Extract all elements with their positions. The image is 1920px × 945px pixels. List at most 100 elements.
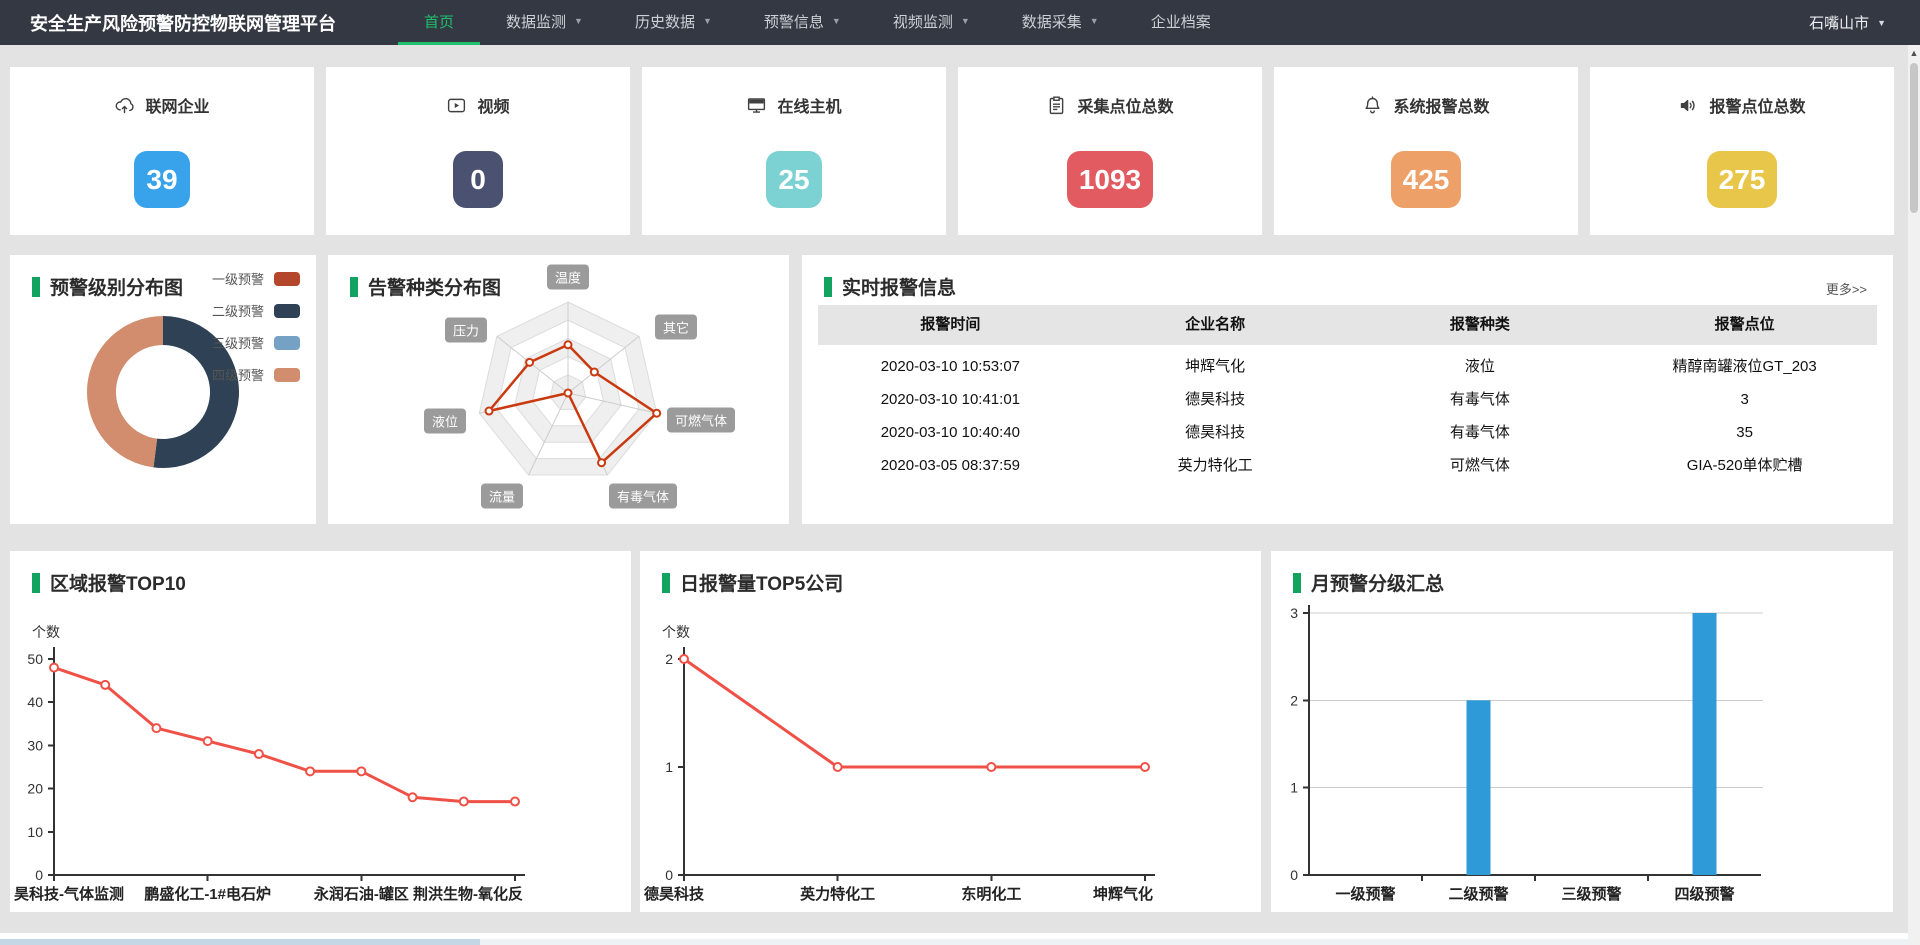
legend-item-2[interactable]: 三级预警 — [212, 333, 300, 352]
nav-item-data-monitor-label: 数据监测 — [506, 11, 566, 32]
svg-text:个数: 个数 — [32, 624, 60, 640]
stat-value-badge: 425 — [1391, 151, 1462, 208]
legend-label: 四级预警 — [212, 365, 264, 384]
legend-label: 一级预警 — [212, 269, 264, 288]
legend-swatch — [274, 368, 300, 382]
stat-label: 联网企业 — [145, 93, 209, 117]
monthly-summary-title: 月预警分级汇总 — [1293, 569, 1444, 596]
nav-item-home[interactable]: 首页 — [398, 0, 480, 45]
svg-text:英力特化工: 英力特化工 — [800, 885, 875, 903]
warning-level-legend: 一级预警二级预警三级预警四级预警 — [212, 269, 300, 384]
more-link[interactable]: 更多>> — [1826, 279, 1867, 298]
svg-text:3: 3 — [1290, 605, 1298, 621]
table-cell: 可燃气体 — [1348, 449, 1613, 482]
nav-menu: 首页数据监测▼历史数据▼预警信息▼视频监测▼数据采集▼企业档案 — [398, 0, 1237, 45]
horizontal-scrollbar[interactable] — [0, 939, 1908, 945]
table-cell: 有毒气体 — [1348, 416, 1613, 449]
nav-item-data-monitor[interactable]: 数据监测▼ — [480, 0, 609, 45]
title-marker — [32, 573, 40, 593]
chevron-down-icon: ▼ — [961, 16, 970, 26]
nav-item-enterprise-archive-label: 企业档案 — [1151, 11, 1211, 32]
legend-item-0[interactable]: 一级预警 — [212, 269, 300, 288]
nav-item-data-collect-label: 数据采集 — [1022, 11, 1082, 32]
legend-swatch — [274, 272, 300, 286]
svg-text:10: 10 — [27, 824, 43, 840]
radar-axis-label-4: 流量 — [481, 484, 523, 509]
table-cell: 2020-03-10 10:53:07 — [818, 350, 1083, 383]
legend-swatch — [274, 304, 300, 318]
region-selector[interactable]: 石嘴山市 ▼ — [1809, 0, 1886, 45]
nav-item-data-collect[interactable]: 数据采集▼ — [996, 0, 1125, 45]
legend-item-1[interactable]: 二级预警 — [212, 301, 300, 320]
horizontal-scrollbar-thumb[interactable] — [0, 939, 480, 945]
table-header-cell-2: 报警种类 — [1348, 305, 1613, 345]
region-top10-card: 区域报警TOP10 01020304050个数昊科技-气体监测鹏盛化工-1#电石… — [10, 551, 631, 912]
legend-item-3[interactable]: 四级预警 — [212, 365, 300, 384]
scroll-up-icon[interactable]: ▲ — [1910, 45, 1919, 61]
table-row-3: 2020-03-05 08:37:59英力特化工可燃气体GIA-520单体贮槽 — [818, 449, 1877, 482]
legend-swatch — [274, 336, 300, 350]
stat-card-3: 采集点位总数1093 — [958, 67, 1262, 235]
alarm-type-title-text: 告警种类分布图 — [368, 273, 501, 300]
monthly-summary-card: 月预警分级汇总 0123一级预警二级预警三级预警四级预警 — [1271, 551, 1893, 912]
nav-item-enterprise-archive[interactable]: 企业档案 — [1125, 0, 1237, 45]
table-cell: 坤辉气化 — [1083, 350, 1348, 383]
stat-card-head: 视频 — [326, 93, 630, 117]
stat-card-5: 报警点位总数275 — [1590, 67, 1894, 235]
table-header-row: 报警时间企业名称报警种类报警点位 — [818, 305, 1877, 345]
table-body: 2020-03-10 10:53:07坤辉气化液位精醇南罐液位GT_203202… — [818, 350, 1877, 482]
bar-3[interactable] — [1693, 613, 1717, 875]
navbar: 安全生产风险预警防控物联网管理平台 首页数据监测▼历史数据▼预警信息▼视频监测▼… — [0, 0, 1920, 45]
stat-card-1: 视频 0 — [326, 67, 630, 235]
svg-text:0: 0 — [1290, 867, 1298, 883]
table-cell: 2020-03-10 10:41:01 — [818, 383, 1083, 416]
stat-card-head: 采集点位总数 — [958, 93, 1262, 117]
cloud-upload-icon — [114, 95, 135, 116]
warning-level-title-text: 预警级别分布图 — [50, 273, 183, 300]
alarm-type-title: 告警种类分布图 — [350, 273, 501, 300]
stat-value-badge: 25 — [766, 151, 821, 208]
title-marker — [662, 573, 670, 593]
warning-level-card: 预警级别分布图 一级预警二级预警三级预警四级预警 — [10, 255, 316, 524]
monthly-summary-title-text: 月预警分级汇总 — [1311, 569, 1444, 596]
table-cell: GIA-520单体贮槽 — [1612, 449, 1877, 482]
nav-item-video-monitor[interactable]: 视频监测▼ — [867, 0, 996, 45]
svg-text:永润石油-罐区: 永润石油-罐区 — [313, 885, 409, 903]
svg-text:1: 1 — [665, 759, 673, 775]
region-top10-title-text: 区域报警TOP10 — [50, 569, 186, 596]
table-header-cell-3: 报警点位 — [1612, 305, 1877, 345]
nav-item-alert-info[interactable]: 预警信息▼ — [738, 0, 867, 45]
title-marker — [32, 277, 40, 297]
stat-card-head: 报警点位总数 — [1590, 93, 1894, 117]
table-row-0: 2020-03-10 10:53:07坤辉气化液位精醇南罐液位GT_203 — [818, 350, 1877, 383]
realtime-alarm-table: 报警时间企业名称报警种类报警点位 2020-03-10 10:53:07坤辉气化… — [818, 305, 1877, 482]
donut-slice-3[interactable] — [87, 316, 163, 467]
table-cell: 2020-03-05 08:37:59 — [818, 449, 1083, 482]
svg-text:40: 40 — [27, 694, 43, 710]
stat-card-head: 联网企业 — [10, 93, 314, 117]
title-marker — [350, 277, 358, 297]
nav-item-alert-info-label: 预警信息 — [764, 11, 824, 32]
vertical-scrollbar-thumb[interactable] — [1910, 63, 1918, 213]
svg-text:0: 0 — [665, 867, 673, 883]
bell-icon — [1362, 95, 1383, 116]
stat-card-4: 系统报警总数 425 — [1274, 67, 1578, 235]
vertical-scrollbar[interactable]: ▲ — [1908, 45, 1920, 945]
stat-label: 系统报警总数 — [1393, 93, 1489, 117]
legend-label: 二级预警 — [212, 301, 264, 320]
nav-item-history-data[interactable]: 历史数据▼ — [609, 0, 738, 45]
stat-label: 采集点位总数 — [1077, 93, 1173, 117]
table-cell: 精醇南罐液位GT_203 — [1612, 350, 1877, 383]
stat-card-head: 系统报警总数 — [1274, 93, 1578, 117]
speaker-icon — [1678, 95, 1699, 116]
nav-item-home-label: 首页 — [424, 11, 454, 32]
daily-top5-title-text: 日报警量TOP5公司 — [680, 569, 843, 596]
warning-level-title: 预警级别分布图 — [32, 273, 183, 300]
table-row-2: 2020-03-10 10:40:40德昊科技有毒气体35 — [818, 416, 1877, 449]
radar-axis-label-0: 温度 — [547, 265, 589, 290]
region-top10-line-chart: 01020304050个数昊科技-气体监测鹏盛化工-1#电石炉永润石油-罐区荆洪… — [10, 551, 631, 912]
svg-text:50: 50 — [27, 651, 43, 667]
stat-value-badge: 0 — [453, 151, 503, 208]
bar-1[interactable] — [1467, 700, 1491, 875]
daily-top5-card: 日报警量TOP5公司 012个数德昊科技英力特化工东明化工坤辉气化 — [640, 551, 1261, 912]
